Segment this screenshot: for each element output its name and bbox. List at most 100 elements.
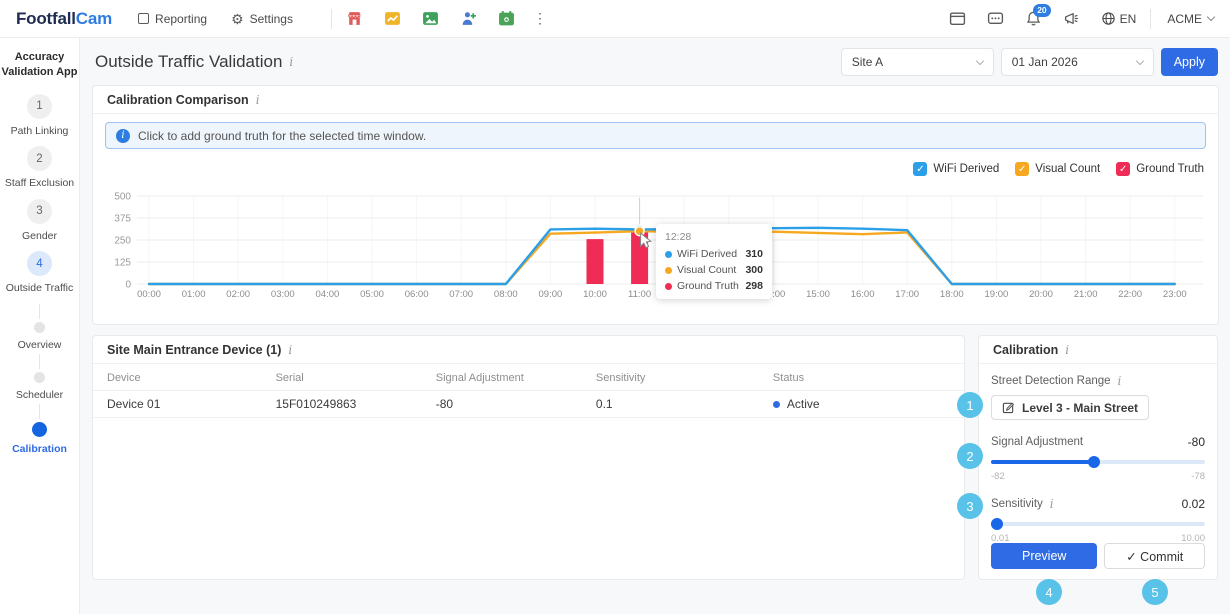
svg-text:19:00: 19:00 (985, 289, 1009, 300)
chart-area: 012525037550000:0001:0002:0003:0004:0005… (105, 184, 1207, 304)
main-content: Outside Traffic Validation i Site A 01 J… (81, 38, 1230, 614)
svg-text:125: 125 (114, 258, 131, 269)
annotation-step-2: 2 (957, 443, 983, 469)
step-connector (39, 354, 40, 369)
preview-button[interactable]: Preview (991, 543, 1097, 569)
svg-text:22:00: 22:00 (1118, 289, 1142, 300)
chevron-down-icon (1207, 13, 1215, 21)
info-circle-icon: i (116, 129, 130, 143)
step-label: Calibration (12, 443, 67, 455)
device-card-info-icon[interactable]: i (288, 343, 292, 357)
calibration-comparison-card: Calibration Comparison i i Click to add … (92, 85, 1219, 325)
chart-tooltip: 12:28 WiFi Derived310Visual Count300Grou… (656, 224, 772, 299)
svg-text:11:00: 11:00 (628, 289, 651, 300)
notification-badge: 20 (1033, 4, 1050, 17)
cell-sensitivity: 0.1 (596, 397, 773, 411)
nav-reporting-label: Reporting (155, 12, 207, 26)
sidebar-step-path-linking[interactable]: 1Path Linking (11, 94, 69, 138)
store-app-icon[interactable] (346, 10, 363, 27)
sensitivity-slider-handle[interactable] (991, 518, 1003, 530)
step-number: 4 (27, 251, 52, 276)
annotation-step-1: 1 (957, 392, 983, 418)
calibration-panel-card: Calibration i Street Detection Range i L… (978, 335, 1218, 580)
edit-pencil-icon (1002, 401, 1015, 414)
calibration-info-icon[interactable]: i (1065, 343, 1069, 357)
svg-text:09:00: 09:00 (539, 289, 563, 300)
svg-text:21:00: 21:00 (1074, 289, 1098, 300)
signal-slider-handle[interactable] (1088, 456, 1100, 468)
tooltip-row-wifi-derived: WiFi Derived310 (665, 248, 763, 260)
device-table-card: Site Main Entrance Device (1) i DeviceSe… (92, 335, 965, 580)
site-select[interactable]: Site A (841, 48, 994, 76)
cell-status: Active (773, 397, 950, 411)
column-header-signal-adjustment: Signal Adjustment (436, 372, 596, 384)
sensitivity-info-icon[interactable]: i (1050, 497, 1054, 511)
svg-text:18:00: 18:00 (940, 289, 964, 300)
device-table-header: DeviceSerialSignal AdjustmentSensitivity… (93, 365, 964, 391)
gallery-app-icon[interactable] (422, 10, 439, 27)
analytics-app-icon[interactable] (384, 10, 401, 27)
legend-label: Ground Truth (1136, 163, 1204, 175)
sidebar: Accuracy Validation App 1Path Linking2St… (0, 38, 80, 614)
calibration-panel-header: Calibration i (979, 336, 1217, 364)
signal-max-label: -78 (1191, 471, 1205, 482)
cell-device: Device 01 (107, 397, 276, 411)
sensitivity-slider[interactable] (991, 517, 1205, 531)
more-apps-kebab-icon[interactable]: ⋮ (533, 10, 547, 27)
svg-text:04:00: 04:00 (316, 289, 340, 300)
nav-settings[interactable]: ⚙ Settings (231, 12, 293, 26)
date-select[interactable]: 01 Jan 2026 (1001, 48, 1154, 76)
step-number: 3 (27, 199, 52, 224)
street-range-info-icon[interactable]: i (1118, 374, 1122, 388)
sidebar-item-scheduler[interactable]: Scheduler (12, 354, 67, 404)
step-connector (39, 404, 40, 419)
notifications-bell-icon[interactable]: 20 (1025, 10, 1043, 28)
sidebar-step-outside-traffic[interactable]: 4Outside Traffic (6, 251, 74, 295)
legend-visual-count[interactable]: ✓Visual Count (1015, 162, 1100, 176)
account-dropdown[interactable]: ACME (1167, 12, 1214, 26)
legend-wifi-derived[interactable]: ✓ WiFi Derived (913, 162, 999, 176)
svg-text:03:00: 03:00 (271, 289, 295, 300)
checkbox-checked-icon[interactable]: ✓ (1116, 162, 1130, 176)
legend-label: WiFi Derived (933, 163, 999, 175)
svg-text:17:00: 17:00 (895, 289, 919, 300)
legend-ground-truth[interactable]: ✓ Ground Truth (1116, 162, 1204, 176)
column-header-status: Status (773, 372, 950, 384)
svg-text:05:00: 05:00 (360, 289, 384, 300)
person-add-app-icon[interactable] (460, 10, 477, 27)
checkbox-checked-icon[interactable]: ✓ (913, 162, 927, 176)
svg-text:08:00: 08:00 (494, 289, 518, 300)
checkbox-checked-icon[interactable]: ✓ (1015, 162, 1029, 176)
footfallcam-logo[interactable]: FootfallCam (16, 9, 112, 29)
page-title-info-icon[interactable]: i (289, 55, 293, 69)
svg-text:02:00: 02:00 (226, 289, 250, 300)
svg-text:16:00: 16:00 (851, 289, 875, 300)
status-dot (773, 401, 780, 408)
device-table: DeviceSerialSignal AdjustmentSensitivity… (93, 365, 964, 418)
signal-adjustment-slider[interactable] (991, 455, 1205, 469)
commit-button[interactable]: ✓ Commit (1104, 543, 1205, 569)
ground-truth-banner[interactable]: i Click to add ground truth for the sele… (105, 122, 1206, 149)
svg-text:07:00: 07:00 (449, 289, 473, 300)
svg-text:01:00: 01:00 (182, 289, 206, 300)
step-connector (39, 304, 40, 319)
tour-window-icon[interactable] (949, 10, 967, 28)
sidebar-step-gender[interactable]: 3Gender (22, 199, 57, 243)
apply-button[interactable]: Apply (1161, 48, 1218, 76)
announcements-megaphone-icon[interactable] (1063, 10, 1081, 28)
sidebar-subitems: OverviewScheduler Calibration (12, 304, 67, 458)
tooltip-row-ground-truth: Ground Truth298 (665, 280, 763, 292)
comparison-info-icon[interactable]: i (256, 93, 260, 107)
table-row[interactable]: Device 0115F010249863-800.1Active (93, 391, 964, 418)
chat-icon[interactable] (987, 10, 1005, 28)
sidebar-step-staff-exclusion[interactable]: 2Staff Exclusion (5, 146, 74, 190)
street-detection-range-button[interactable]: Level 3 - Main Street (991, 395, 1149, 420)
nav-reporting[interactable]: Reporting (138, 12, 207, 26)
sidebar-item-overview[interactable]: Overview (12, 304, 67, 354)
annotation-step-5: 5 (1142, 579, 1168, 605)
calendar-app-icon[interactable] (498, 10, 515, 27)
column-header-serial: Serial (276, 372, 436, 384)
banner-text: Click to add ground truth for the select… (138, 129, 426, 143)
language-selector[interactable]: EN (1101, 11, 1137, 26)
sidebar-item-calibration[interactable]: Calibration (12, 404, 67, 458)
